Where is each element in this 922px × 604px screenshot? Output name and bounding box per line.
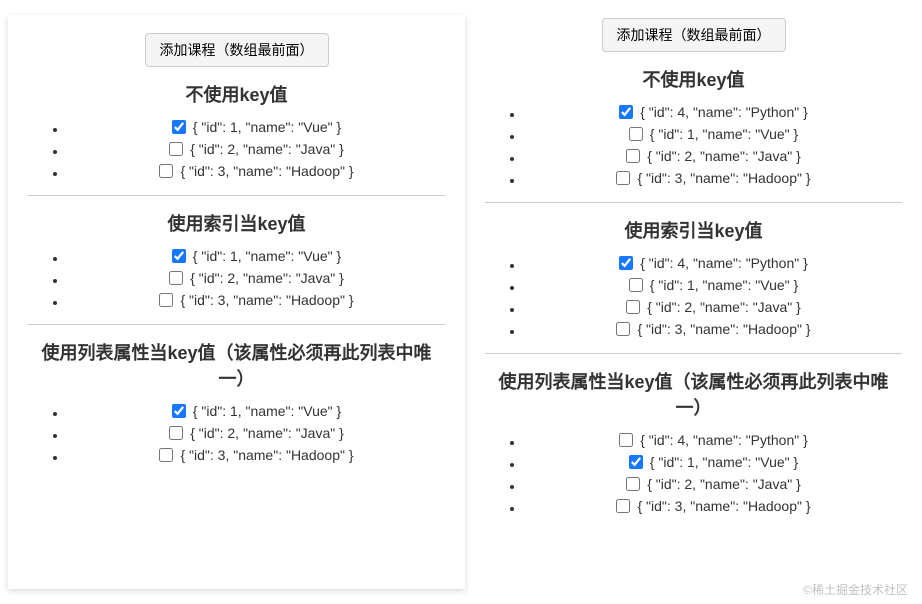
item-label: { "id": 1, "name": "Vue" } bbox=[650, 277, 798, 293]
item-label: { "id": 2, "name": "Java" } bbox=[190, 141, 344, 157]
item-checkbox[interactable] bbox=[172, 249, 186, 263]
add-course-button[interactable]: 添加课程（数组最前面） bbox=[602, 18, 786, 52]
list-item: { "id": 2, "name": "Java" } bbox=[68, 423, 445, 445]
list-item: { "id": 2, "name": "Java" } bbox=[68, 268, 445, 290]
add-course-button[interactable]: 添加课程（数组最前面） bbox=[145, 33, 329, 67]
item-label: { "id": 3, "name": "Hadoop" } bbox=[180, 447, 353, 463]
item-label: { "id": 1, "name": "Vue" } bbox=[193, 403, 341, 419]
list-item: { "id": 2, "name": "Java" } bbox=[525, 297, 902, 319]
panel-right: 添加课程（数组最前面） 不使用key值 { "id": 4, "name": "… bbox=[465, 0, 922, 604]
heading-prop-key: 使用列表属性当key值（该属性必须再此列表中唯一） bbox=[28, 339, 445, 391]
item-label: { "id": 2, "name": "Java" } bbox=[190, 270, 344, 286]
list-item: { "id": 3, "name": "Hadoop" } bbox=[525, 496, 902, 518]
item-label: { "id": 2, "name": "Java" } bbox=[190, 425, 344, 441]
item-label: { "id": 4, "name": "Python" } bbox=[640, 104, 808, 120]
item-label: { "id": 1, "name": "Vue" } bbox=[193, 248, 341, 264]
list-prop-key: { "id": 4, "name": "Python" } { "id": 1, … bbox=[485, 430, 902, 518]
divider bbox=[485, 202, 902, 203]
list-item: { "id": 2, "name": "Java" } bbox=[68, 139, 445, 161]
list-prop-key: { "id": 1, "name": "Vue" } { "id": 2, "na… bbox=[28, 401, 445, 467]
item-checkbox[interactable] bbox=[159, 164, 173, 178]
list-item: { "id": 4, "name": "Python" } bbox=[525, 102, 902, 124]
item-checkbox[interactable] bbox=[629, 127, 643, 141]
heading-index-key: 使用索引当key值 bbox=[28, 210, 445, 236]
list-item: { "id": 2, "name": "Java" } bbox=[525, 146, 902, 168]
list-item: { "id": 3, "name": "Hadoop" } bbox=[525, 319, 902, 341]
list-item: { "id": 1, "name": "Vue" } bbox=[525, 124, 902, 146]
item-checkbox[interactable] bbox=[616, 171, 630, 185]
item-label: { "id": 1, "name": "Vue" } bbox=[650, 126, 798, 142]
heading-prop-key: 使用列表属性当key值（该属性必须再此列表中唯一） bbox=[485, 368, 902, 420]
list-item: { "id": 1, "name": "Vue" } bbox=[525, 452, 902, 474]
item-checkbox[interactable] bbox=[172, 404, 186, 418]
item-checkbox[interactable] bbox=[629, 278, 643, 292]
item-checkbox[interactable] bbox=[159, 293, 173, 307]
item-checkbox[interactable] bbox=[626, 300, 640, 314]
divider bbox=[485, 353, 902, 354]
list-item: { "id": 1, "name": "Vue" } bbox=[68, 117, 445, 139]
item-label: { "id": 3, "name": "Hadoop" } bbox=[637, 170, 810, 186]
item-label: { "id": 3, "name": "Hadoop" } bbox=[180, 292, 353, 308]
item-checkbox[interactable] bbox=[616, 322, 630, 336]
item-label: { "id": 1, "name": "Vue" } bbox=[650, 454, 798, 470]
list-item: { "id": 1, "name": "Vue" } bbox=[525, 275, 902, 297]
item-checkbox[interactable] bbox=[616, 499, 630, 513]
item-checkbox[interactable] bbox=[169, 426, 183, 440]
list-item: { "id": 3, "name": "Hadoop" } bbox=[68, 445, 445, 467]
item-label: { "id": 1, "name": "Vue" } bbox=[193, 119, 341, 135]
item-label: { "id": 3, "name": "Hadoop" } bbox=[180, 163, 353, 179]
list-index-key: { "id": 1, "name": "Vue" } { "id": 2, "na… bbox=[28, 246, 445, 312]
item-label: { "id": 2, "name": "Java" } bbox=[647, 299, 801, 315]
list-item: { "id": 1, "name": "Vue" } bbox=[68, 401, 445, 423]
divider bbox=[28, 324, 445, 325]
item-checkbox[interactable] bbox=[626, 477, 640, 491]
item-label: { "id": 2, "name": "Java" } bbox=[647, 476, 801, 492]
item-checkbox[interactable] bbox=[169, 142, 183, 156]
item-checkbox[interactable] bbox=[626, 149, 640, 163]
heading-no-key: 不使用key值 bbox=[485, 66, 902, 92]
list-item: { "id": 2, "name": "Java" } bbox=[525, 474, 902, 496]
panel-left: 添加课程（数组最前面） 不使用key值 { "id": 1, "name": "… bbox=[8, 15, 465, 589]
item-checkbox[interactable] bbox=[172, 120, 186, 134]
list-item: { "id": 3, "name": "Hadoop" } bbox=[525, 168, 902, 190]
divider bbox=[28, 195, 445, 196]
list-no-key: { "id": 4, "name": "Python" } { "id": 1, … bbox=[485, 102, 902, 190]
heading-index-key: 使用索引当key值 bbox=[485, 217, 902, 243]
item-checkbox[interactable] bbox=[619, 256, 633, 270]
item-checkbox[interactable] bbox=[169, 271, 183, 285]
item-label: { "id": 3, "name": "Hadoop" } bbox=[637, 321, 810, 337]
list-item: { "id": 3, "name": "Hadoop" } bbox=[68, 161, 445, 183]
item-checkbox[interactable] bbox=[159, 448, 173, 462]
item-label: { "id": 3, "name": "Hadoop" } bbox=[637, 498, 810, 514]
watermark: ©稀土掘金技术社区 bbox=[803, 581, 908, 598]
list-item: { "id": 3, "name": "Hadoop" } bbox=[68, 290, 445, 312]
item-checkbox[interactable] bbox=[619, 433, 633, 447]
item-checkbox[interactable] bbox=[619, 105, 633, 119]
list-item: { "id": 4, "name": "Python" } bbox=[525, 253, 902, 275]
heading-no-key: 不使用key值 bbox=[28, 81, 445, 107]
item-checkbox[interactable] bbox=[629, 455, 643, 469]
list-item: { "id": 1, "name": "Vue" } bbox=[68, 246, 445, 268]
list-no-key: { "id": 1, "name": "Vue" } { "id": 2, "na… bbox=[28, 117, 445, 183]
list-item: { "id": 4, "name": "Python" } bbox=[525, 430, 902, 452]
item-label: { "id": 4, "name": "Python" } bbox=[640, 432, 808, 448]
item-label: { "id": 4, "name": "Python" } bbox=[640, 255, 808, 271]
item-label: { "id": 2, "name": "Java" } bbox=[647, 148, 801, 164]
list-index-key: { "id": 4, "name": "Python" } { "id": 1, … bbox=[485, 253, 902, 341]
